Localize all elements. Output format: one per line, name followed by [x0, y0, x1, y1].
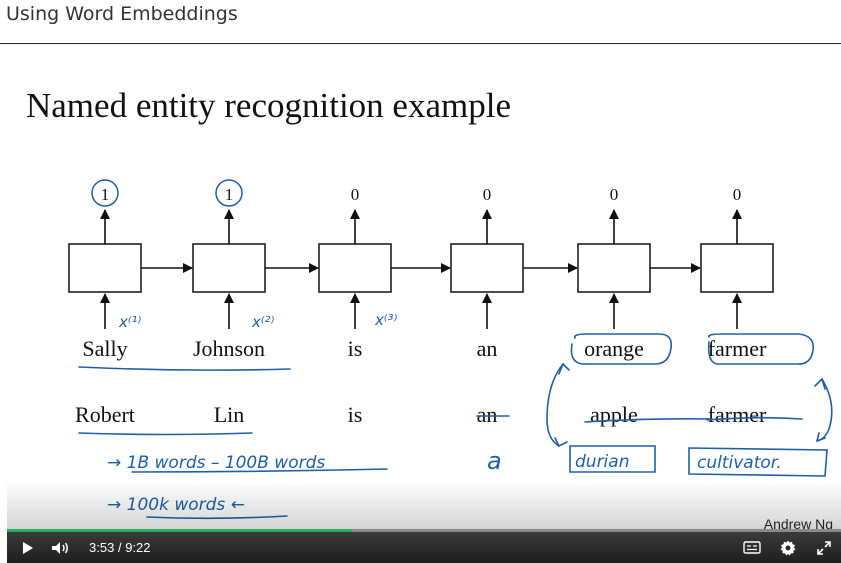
- sentence1-word-6: farmer: [708, 336, 767, 361]
- underline-robert-lin: [78, 432, 253, 436]
- output-label-3: 0: [351, 185, 360, 204]
- rnn-cell-6: [700, 243, 774, 293]
- output-label-5: 0: [610, 185, 619, 204]
- player-controls: 3:53 / 9:22: [7, 532, 841, 563]
- output-label-4: 0: [483, 185, 492, 204]
- captions-button[interactable]: [741, 532, 763, 563]
- captions-icon: [743, 541, 761, 554]
- handwritten-durian: durian: [575, 452, 629, 472]
- rnn-cell-3: [318, 243, 392, 293]
- sentence1-word-5: orange: [584, 336, 644, 361]
- sentence2-word-6: farmer: [708, 402, 767, 427]
- sentence2-word-5: apple: [590, 402, 638, 427]
- time-display: 3:53 / 9:22: [89, 532, 151, 563]
- sentence2-word-1: Robert: [75, 402, 135, 427]
- current-time: 3:53: [89, 540, 115, 555]
- rnn-diagram: 1 Sally Robert 1 Johnson Lin 0 is is 0 an an 0 orange…: [68, 179, 774, 427]
- underline-note2: [146, 515, 288, 520]
- slide: Named entity recognition example 1 Sally R…: [26, 86, 833, 520]
- sentence1-word-4: an: [477, 336, 498, 361]
- left-brace-line: [546, 363, 564, 447]
- fullscreen-icon: [817, 540, 831, 555]
- rnn-cell-5: [577, 243, 651, 293]
- handwritten-article: a: [487, 447, 502, 475]
- duration: 9:22: [125, 540, 151, 555]
- rnn-cell-4: [450, 243, 524, 293]
- underline-sally-johnson: [78, 366, 291, 371]
- output-label-6: 0: [733, 185, 742, 204]
- output-label-1: 1: [101, 185, 110, 204]
- gear-icon: [780, 540, 796, 555]
- fullscreen-button[interactable]: [813, 532, 835, 563]
- play-icon: [23, 541, 33, 554]
- slide-title: Named entity recognition example: [26, 86, 511, 125]
- volume-icon: [52, 541, 68, 554]
- rnn-cell-1: [68, 243, 142, 293]
- play-button[interactable]: [17, 532, 39, 563]
- input-label-3: x⁽³⁾: [374, 311, 398, 329]
- input-label-1: x⁽¹⁾: [118, 313, 142, 331]
- rnn-cell-2: [192, 243, 266, 293]
- settings-button[interactable]: [777, 532, 799, 563]
- lesson-title: Using Word Embeddings: [6, 3, 238, 25]
- sentence2-word-4: an: [477, 402, 498, 427]
- left-brace-arrowtop: [558, 363, 570, 375]
- time-separator: /: [117, 540, 122, 555]
- output-label-2: 1: [225, 185, 234, 204]
- handwritten-note-2: → 100k words ←: [107, 495, 245, 515]
- handwritten-cultivator: cultivator.: [697, 453, 782, 473]
- sentence2-word-2: Lin: [214, 402, 245, 427]
- sentence2-word-3: is: [348, 402, 363, 427]
- sentence1-word-1: Sally: [82, 336, 127, 361]
- sentence1-word-3: is: [348, 336, 363, 361]
- sentence1-word-2: Johnson: [193, 336, 265, 361]
- video-frame[interactable]: Named entity recognition example 1 Sally R…: [7, 44, 841, 563]
- volume-button[interactable]: [49, 532, 73, 563]
- handwritten-note-1: → 1B words – 100B words: [107, 453, 325, 473]
- input-label-2: x⁽²⁾: [251, 313, 275, 331]
